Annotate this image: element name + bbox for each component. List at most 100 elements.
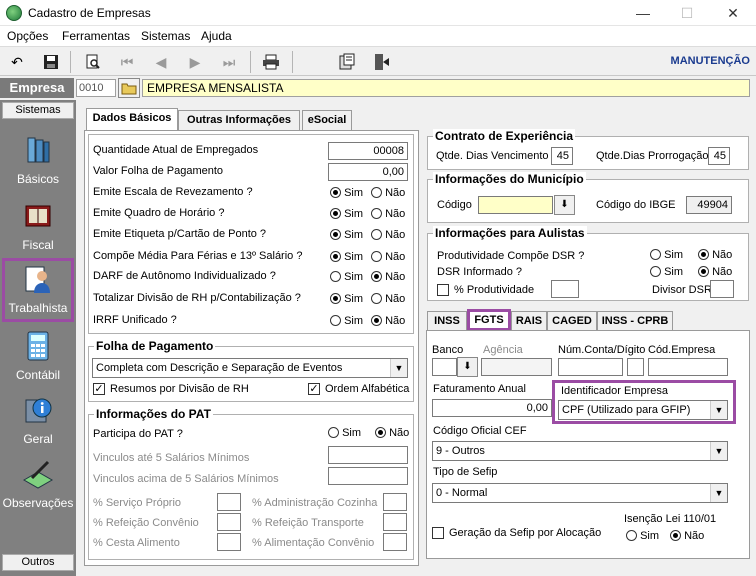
sidebar-item-contabil[interactable]: Contábil	[2, 326, 74, 388]
resumos-checkbox[interactable]: ✓	[93, 383, 105, 395]
divisor-dsr-label: Divisor DSR	[652, 284, 712, 296]
vinculos-ate-field[interactable]	[328, 446, 408, 464]
geracao-sefip-checkbox[interactable]	[432, 527, 444, 539]
sidebar-header-outros[interactable]: Outros	[2, 554, 74, 571]
codigo-cef-select[interactable]: 9 - Outros ▼	[432, 441, 728, 461]
dados-row-nao-radio[interactable]: Não	[371, 271, 405, 283]
produtividade-field[interactable]	[551, 280, 579, 298]
cod-empresa-field[interactable]	[648, 358, 728, 376]
sidebar-header-sistemas[interactable]: Sistemas	[2, 102, 74, 119]
close-button[interactable]: ✕	[710, 0, 756, 26]
tab-dados-basicos[interactable]: Dados Básicos	[86, 108, 178, 130]
tab-inss[interactable]: INSS	[427, 311, 467, 331]
isencao-nao-radio[interactable]: Não	[670, 530, 704, 542]
dados-row-sim-radio[interactable]: Sim	[330, 208, 363, 220]
valor-folha-field[interactable]: 0,00	[328, 163, 408, 181]
digito-field[interactable]	[627, 358, 644, 376]
ordem-alfabetica-checkbox[interactable]: ✓	[308, 383, 320, 395]
servico-proprio-field[interactable]	[217, 493, 241, 511]
tab-caged[interactable]: CAGED	[547, 311, 597, 331]
chevron-down-icon: ▼	[710, 401, 727, 419]
tab-outras-informacoes[interactable]: Outras Informações	[178, 110, 300, 130]
conta-field[interactable]	[558, 358, 623, 376]
codigo-municipio-field[interactable]	[478, 196, 553, 214]
menu-sistemas[interactable]: Sistemas	[141, 29, 190, 43]
banco-field[interactable]	[432, 358, 457, 376]
tab-inss-cprb[interactable]: INSS - CPRB	[597, 311, 673, 331]
sidebar-item-fiscal[interactable]: Fiscal	[2, 196, 74, 258]
print-icon[interactable]	[260, 51, 282, 73]
undo-icon[interactable]: ↶	[6, 51, 28, 73]
admin-cozinha-field[interactable]	[383, 493, 407, 511]
produtividade-dsr-sim-radio[interactable]: Sim	[650, 249, 683, 261]
qtd-empregados-field[interactable]: 00008	[328, 142, 408, 160]
dados-row-nao-radio[interactable]: Não	[371, 251, 405, 263]
menu-ferramentas[interactable]: Ferramentas	[62, 29, 130, 43]
radio-label: Sim	[344, 251, 364, 263]
produtividade-dsr-nao-radio[interactable]: Não	[698, 249, 732, 261]
agencia-field[interactable]	[481, 358, 552, 376]
dados-row-sim-radio[interactable]: Sim	[330, 315, 363, 327]
dados-row-sim-radio[interactable]: Sim	[330, 229, 363, 241]
participa-pat-sim-radio[interactable]: Sim	[328, 427, 361, 439]
last-record-icon[interactable]: ⏭	[218, 51, 240, 73]
prev-record-icon[interactable]: ◀	[150, 51, 172, 73]
refeicao-transporte-field[interactable]	[383, 513, 407, 531]
tab-esocial[interactable]: eSocial	[302, 110, 352, 130]
refeicao-convenio-field[interactable]	[217, 513, 241, 531]
dados-row-sim-radio[interactable]: Sim	[330, 251, 363, 263]
codigo-municipio-dropdown[interactable]: ⬇	[554, 195, 575, 215]
alimentacao-convenio-field[interactable]	[383, 533, 407, 551]
save-icon[interactable]	[40, 51, 62, 73]
minimize-button[interactable]: —	[620, 0, 666, 26]
vinculos-acima-field[interactable]	[328, 467, 408, 485]
chevron-down-icon: ▼	[710, 484, 727, 502]
sidebar: Sistemas Básicos Fiscal Trabalhista Cont…	[0, 100, 76, 576]
folha-select[interactable]: Completa com Descrição e Separação de Ev…	[92, 358, 408, 378]
ledger-icon	[25, 205, 51, 227]
banco-dropdown[interactable]: ⬇	[457, 357, 478, 377]
dados-row-nao-radio[interactable]: Não	[371, 229, 405, 241]
dsr-informado-nao-radio[interactable]: Não	[698, 266, 732, 278]
divisor-dsr-field[interactable]	[710, 280, 734, 298]
dados-row-nao-radio[interactable]: Não	[371, 315, 405, 327]
exit-door-icon[interactable]	[370, 51, 392, 73]
dados-row-sim-radio[interactable]: Sim	[330, 271, 363, 283]
dados-row-nao-radio[interactable]: Não	[371, 293, 405, 305]
tab-fgts[interactable]: FGTS	[467, 309, 511, 331]
dados-row-sim-radio[interactable]: Sim	[330, 187, 363, 199]
report-icon[interactable]	[336, 51, 358, 73]
isencao-sim-radio[interactable]: Sim	[626, 530, 659, 542]
calculator-icon	[27, 331, 49, 361]
first-record-icon[interactable]: ⏮	[116, 51, 138, 73]
sidebar-item-basicos[interactable]: Básicos	[2, 130, 74, 192]
dados-row-nao-radio[interactable]: Não	[371, 208, 405, 220]
faturamento-field[interactable]: 0,00	[432, 399, 552, 417]
codigo-cef-label: Código Oficial CEF	[433, 425, 527, 437]
dias-prorrogacao-field[interactable]: 45	[708, 147, 730, 165]
sidebar-item-trabalhista[interactable]: Trabalhista	[2, 258, 74, 322]
dados-row-nao-radio[interactable]: Não	[371, 187, 405, 199]
identificador-select[interactable]: CPF (Utilizado para GFIP) ▼	[558, 400, 728, 420]
agencia-label: Agência	[483, 344, 523, 356]
participa-pat-nao-radio[interactable]: Não	[375, 427, 409, 439]
preview-icon[interactable]	[82, 51, 104, 73]
menu-opcoes[interactable]: Opções	[7, 29, 48, 43]
radio-label: Não	[385, 208, 406, 220]
cesta-alimento-field[interactable]	[217, 533, 241, 551]
next-record-icon[interactable]: ▶	[184, 51, 206, 73]
tab-rais[interactable]: RAIS	[511, 311, 547, 331]
dsr-informado-sim-radio[interactable]: Sim	[650, 266, 683, 278]
dados-row-sim-radio[interactable]: Sim	[330, 293, 363, 305]
dias-vencimento-field[interactable]: 45	[551, 147, 573, 165]
menu-ajuda[interactable]: Ajuda	[201, 29, 232, 43]
dsr-informado-label: DSR Informado ?	[437, 266, 522, 278]
sidebar-item-geral[interactable]: Geral	[2, 390, 74, 452]
tipo-sefip-select[interactable]: 0 - Normal ▼	[432, 483, 728, 503]
produtividade-checkbox[interactable]	[437, 284, 449, 296]
maximize-button[interactable]: ☐	[664, 0, 710, 26]
dados-row-label: Emite Escala de Revezamento ?	[93, 186, 253, 198]
empresa-code-field[interactable]: 0010	[76, 79, 116, 97]
empresa-search-button[interactable]	[118, 78, 140, 98]
sidebar-item-observacoes[interactable]: Observações	[2, 454, 74, 516]
